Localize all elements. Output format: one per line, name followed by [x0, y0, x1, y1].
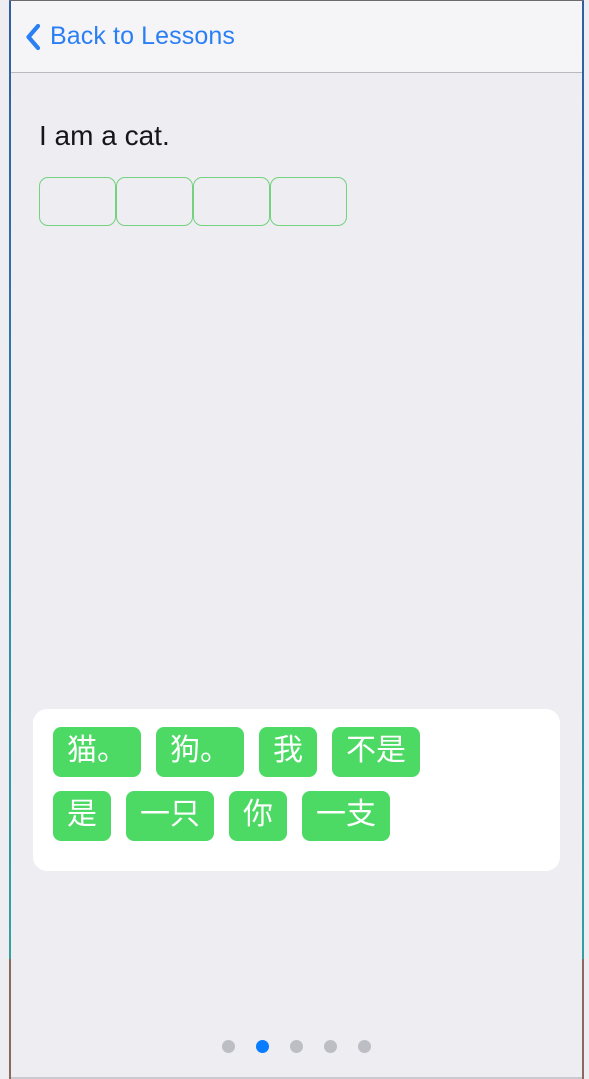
page-dot-5[interactable] [358, 1040, 371, 1053]
chevron-left-icon [26, 23, 41, 50]
word-tile[interactable]: 一支 [302, 791, 390, 841]
back-to-lessons-button[interactable]: Back to Lessons [15, 19, 245, 55]
answer-slot[interactable] [193, 177, 270, 226]
page-dot-2[interactable] [256, 1040, 269, 1053]
prompt-sentence: I am a cat. [39, 120, 170, 151]
word-tile[interactable]: 你 [229, 791, 287, 841]
navigation-bar: Back to Lessons [11, 1, 582, 73]
answer-slot[interactable] [116, 177, 193, 226]
word-bank-row-1: 猫。 狗。 我 不是 [53, 727, 540, 777]
word-tile[interactable]: 猫。 [53, 727, 141, 777]
answer-slot-row [39, 177, 347, 226]
answer-slot[interactable] [270, 177, 347, 226]
window-right-rail-cap [582, 959, 584, 1079]
word-bank-row-2: 是 一只 你 一支 [53, 791, 540, 841]
lesson-content: I am a cat. 猫。 狗。 我 不是 是 一只 你 一支 [11, 73, 582, 1077]
page-dot-1[interactable] [222, 1040, 235, 1053]
word-tile[interactable]: 一只 [126, 791, 214, 841]
word-bank-card: 猫。 狗。 我 不是 是 一只 你 一支 [33, 709, 560, 871]
word-tile[interactable]: 不是 [332, 727, 420, 777]
back-to-lessons-label: Back to Lessons [50, 22, 235, 50]
word-tile[interactable]: 是 [53, 791, 111, 841]
window-left-rail [9, 0, 11, 1079]
word-tile[interactable]: 狗。 [156, 727, 244, 777]
app-window: Back to Lessons I am a cat. 猫。 狗。 我 不是 是… [0, 0, 589, 1079]
window-right-rail [582, 0, 584, 1079]
page-indicator [11, 1040, 582, 1053]
page-dot-4[interactable] [324, 1040, 337, 1053]
answer-slot[interactable] [39, 177, 116, 226]
window-left-rail-cap [9, 959, 11, 1079]
word-tile[interactable]: 我 [259, 727, 317, 777]
window-top-edge [9, 0, 584, 1]
page-dot-3[interactable] [290, 1040, 303, 1053]
